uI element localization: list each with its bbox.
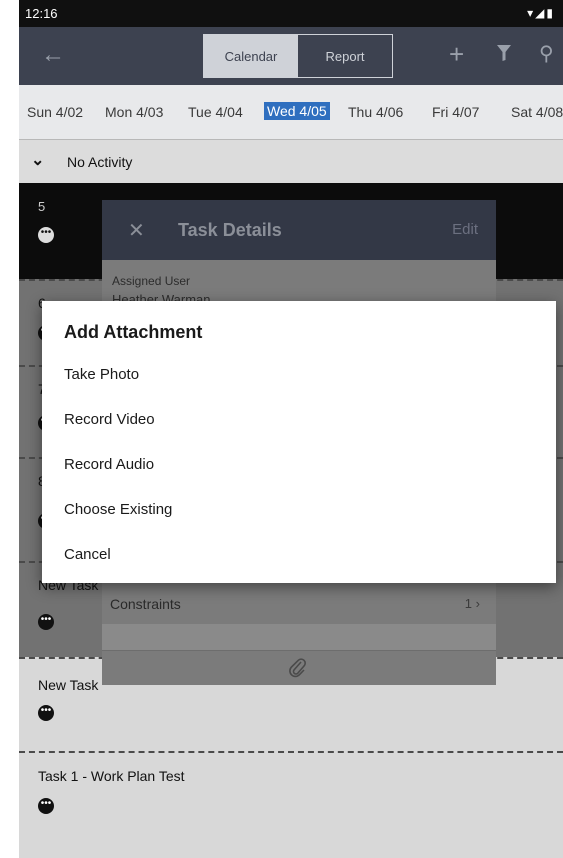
no-activity-section[interactable]: ⌄ No Activity [19,139,563,185]
take-photo-option[interactable]: Take Photo [64,366,139,383]
constraints-count: 1 › [464,596,480,611]
status-bar: 12:16 ▾◢▮ [19,0,563,27]
attachment-bar [102,650,496,685]
top-toolbar: ← Calendar Report + ⚲ [19,27,563,85]
more-icon[interactable]: ••• [38,227,54,243]
more-icon[interactable]: ••• [38,705,54,721]
record-audio-option[interactable]: Record Audio [64,456,154,473]
row-number: 5 [38,199,46,214]
tab-calendar[interactable]: Calendar [204,35,298,77]
chevron-down-icon: ⌄ [31,152,45,169]
date-tue[interactable]: Tue 4/04 [188,104,243,120]
task-details-title: Task Details [178,220,282,240]
date-thu[interactable]: Thu 4/06 [348,104,403,120]
arrow-left-icon[interactable]: ← [41,41,65,69]
task-details-header: ✕ Task Details Edit [102,200,496,260]
status-icons: ▾◢▮ [527,6,555,20]
row-label: Task 1 - Work Plan Test [38,768,185,784]
close-icon[interactable]: ✕ [128,218,145,243]
assigned-user-label: Assigned User [112,274,191,288]
more-icon[interactable]: ••• [38,614,54,630]
constraints-row[interactable]: Constraints 1 › [102,584,496,625]
constraints-label: Constraints [110,596,181,612]
row-label: New Task [38,677,99,693]
date-fri[interactable]: Fri 4/07 [432,104,479,120]
status-time: 12:16 [25,6,58,21]
cancel-option[interactable]: Cancel [64,546,111,563]
paperclip-icon[interactable] [289,658,307,683]
dialog-title: Add Attachment [64,322,203,342]
date-strip: Sun 4/02 Mon 4/03 Tue 4/04 Wed 4/05 Thu … [19,85,563,139]
filter-icon[interactable] [497,45,511,66]
edit-button[interactable]: Edit [452,221,478,238]
app-screen: 12:16 ▾◢▮ ← Calendar Report + ⚲ Sun 4/02… [0,0,563,858]
view-switcher: Calendar Report [203,34,393,78]
add-attachment-dialog: Add Attachment Take Photo Record Video R… [42,301,556,583]
date-mon[interactable]: Mon 4/03 [105,104,163,120]
date-sun[interactable]: Sun 4/02 [27,104,83,120]
chevron-right-icon: › [475,596,480,611]
device-frame [0,0,19,856]
search-icon[interactable]: ⚲ [539,41,554,66]
list-item[interactable]: Task 1 - Work Plan Test ••• [19,751,563,858]
choose-existing-option[interactable]: Choose Existing [64,501,172,518]
plus-icon[interactable]: + [449,39,464,70]
date-sat[interactable]: Sat 4/08 [511,104,563,120]
panel-divider [102,624,496,650]
no-activity-label: No Activity [67,154,133,170]
date-wed-selected[interactable]: Wed 4/05 [264,102,330,120]
more-icon[interactable]: ••• [38,798,54,814]
tab-report[interactable]: Report [298,35,392,77]
record-video-option[interactable]: Record Video [64,411,155,428]
